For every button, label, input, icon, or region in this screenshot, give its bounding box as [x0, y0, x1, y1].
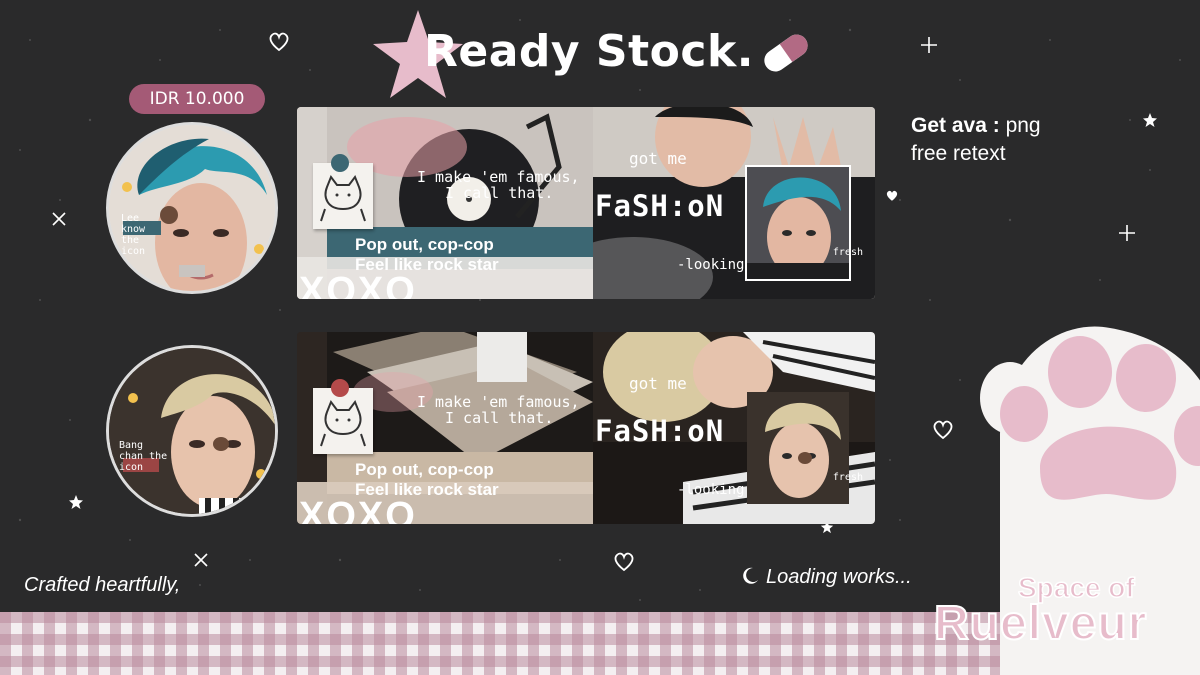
lyric-line: I call that. [445, 184, 554, 202]
got-me-text: got me [629, 149, 687, 168]
cross-sparkle-icon [194, 553, 208, 567]
loading-text: Loading works... [766, 566, 912, 588]
pill-icon [760, 30, 812, 76]
inset-portrait [747, 392, 849, 504]
fashion-text: FaSH:oN [595, 189, 725, 223]
banner-right-panel: got me FaSH:oN -looking fresh [593, 107, 875, 299]
cat-doodle-icon [320, 174, 366, 222]
get-ava-label: Get ava : [911, 114, 1000, 137]
sticky-note [313, 388, 373, 454]
pin-icon [331, 154, 349, 172]
avatar-caption: Bang chan the icon [119, 440, 168, 473]
page: Ready Stock. IDR 10.000 Lee know the ico… [0, 0, 1200, 675]
xoxo-text: XOXO [299, 495, 417, 524]
pin-icon [331, 379, 349, 397]
get-ava-line: Get ava : png [911, 112, 1041, 140]
loading-status: Loading works... [740, 566, 912, 589]
retext-line: free retext [911, 142, 1006, 165]
crescent-moon-icon [743, 567, 758, 584]
price-badge: IDR 10.000 [129, 84, 265, 114]
avatar-caption: Lee know the icon [121, 213, 146, 257]
banner-left-panel: I make 'em famous, I call that. Pop out,… [297, 107, 593, 299]
plus-sparkle-icon [1119, 225, 1135, 241]
avatar-portrait [109, 125, 275, 291]
sticky-note [313, 163, 373, 229]
plus-sparkle-icon [921, 37, 937, 53]
heart-outline-icon [933, 420, 953, 440]
avatar-preview-1: Lee know the icon [106, 122, 278, 294]
banner-right-panel: got me FaSH:oN -looking fresh [593, 332, 875, 524]
xoxo-text: XOXO [299, 270, 417, 299]
heart-outline-icon [269, 32, 289, 52]
banner-left-panel: I make 'em famous, I call that. Pop out,… [297, 332, 593, 524]
cross-sparkle-icon [52, 212, 66, 226]
crafted-text: Crafted heartfully, [24, 574, 181, 596]
brand-name: Ruelveur [933, 596, 1148, 651]
banner-preview-2: I make 'em famous, I call that. Pop out,… [297, 332, 875, 524]
lyric-line: I call that. [445, 409, 554, 427]
fresh-text: fresh [832, 472, 863, 483]
star-small-icon [1143, 113, 1157, 127]
heart-solid-icon [886, 190, 898, 201]
pop-line-1: Pop out, cop-cop [355, 235, 494, 254]
product-info: Get ava : png free retext [911, 112, 1041, 168]
looking-text: -looking [677, 257, 745, 273]
got-me-text: got me [629, 374, 687, 393]
pop-line-1: Pop out, cop-cop [355, 460, 494, 479]
banner-preview-1: I make 'em famous, I call that. Pop out,… [297, 107, 875, 299]
cat-doodle-icon [320, 399, 366, 447]
inset-photo [745, 390, 851, 506]
star-small-icon [69, 495, 83, 509]
fresh-text: fresh [832, 247, 863, 258]
looking-text: -looking [677, 482, 745, 498]
inset-photo [745, 165, 851, 281]
avatar-portrait [109, 348, 275, 514]
inset-portrait [747, 167, 849, 279]
page-title: Ready Stock. [424, 26, 754, 77]
fashion-text: FaSH:oN [595, 414, 725, 448]
get-ava-value: png [1005, 114, 1041, 137]
avatar-preview-2: Bang chan the icon [106, 345, 278, 517]
heart-outline-icon [614, 552, 634, 572]
